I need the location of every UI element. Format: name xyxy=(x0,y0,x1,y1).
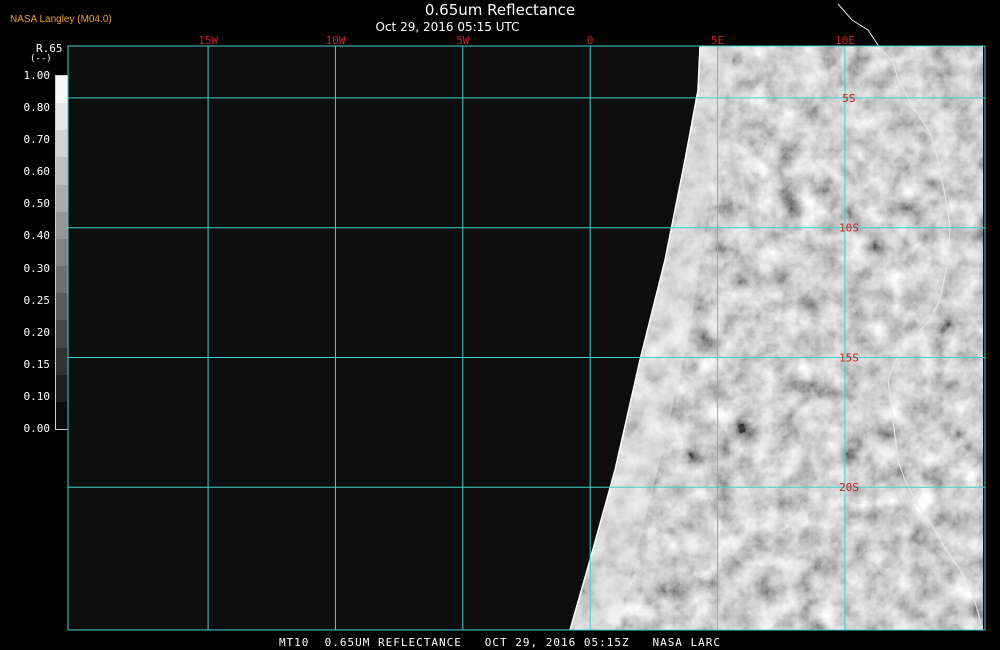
longitude-label: 0 xyxy=(587,34,594,47)
latitude-label: 5S xyxy=(842,92,855,105)
longitude-label: 10W xyxy=(326,34,346,47)
latitude-label: 20S xyxy=(839,481,859,494)
longitude-label: 5W xyxy=(456,34,470,47)
longitude-label: 15W xyxy=(198,34,218,47)
reflectance-map: 15W 10W 5W 0 5E 10E 5S 10S 15S 20S xyxy=(67,3,986,631)
latitude-label: 15S xyxy=(839,351,859,364)
image-footer-caption: MT10 0.65UM REFLECTANCE OCT 29, 2016 05:… xyxy=(278,636,722,649)
longitude-label: 5E xyxy=(711,34,724,47)
satellite-image-viewer: NASA Langley (M04.0) 0.65um Reflectance … xyxy=(0,0,1000,650)
latitude-label: 10S xyxy=(839,222,859,235)
longitude-label: 10E xyxy=(835,34,855,47)
